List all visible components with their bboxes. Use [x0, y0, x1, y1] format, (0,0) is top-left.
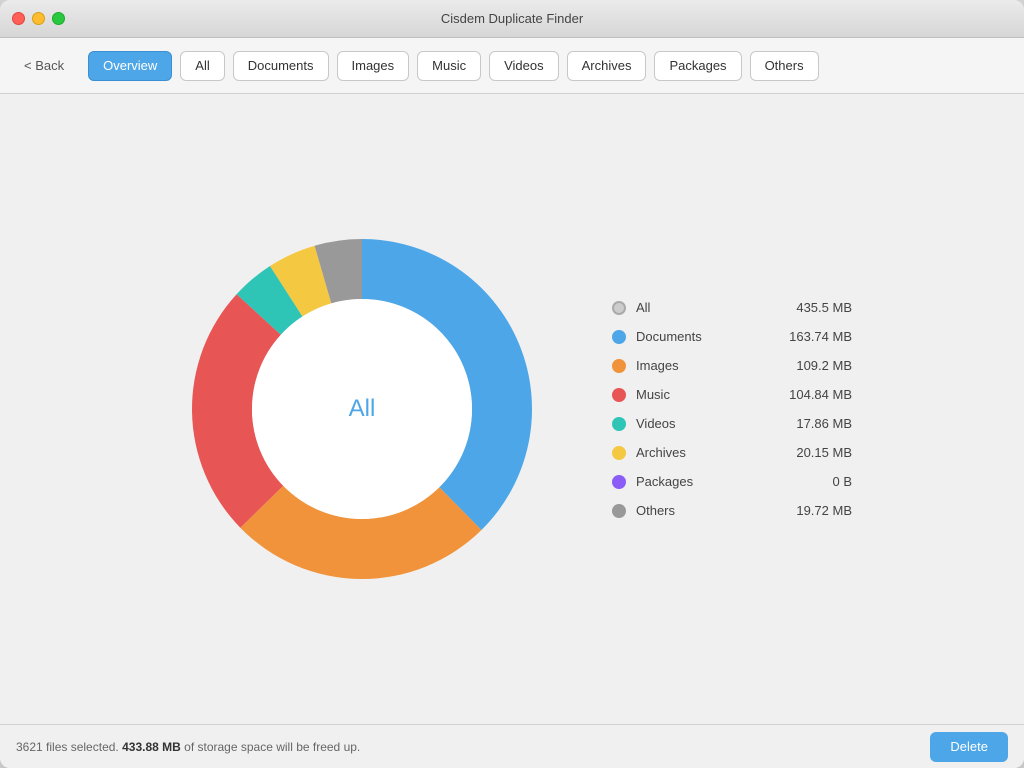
legend-value-images: 109.2 MB [772, 358, 852, 373]
maximize-button[interactable] [52, 12, 65, 25]
donut-hole [252, 299, 472, 519]
legend-item-images: Images 109.2 MB [612, 358, 852, 373]
legend-label-packages: Packages [636, 474, 762, 489]
tab-all[interactable]: All [180, 51, 224, 81]
legend-value-documents: 163.74 MB [772, 329, 852, 344]
legend-dot-documents [612, 330, 626, 344]
legend-value-others: 19.72 MB [772, 503, 852, 518]
legend-label-archives: Archives [636, 445, 762, 460]
legend-label-music: Music [636, 387, 762, 402]
statusbar-text: 3621 files selected. 433.88 MB of storag… [16, 740, 360, 754]
storage-label: of storage space will be freed up. [184, 740, 360, 754]
legend-label-images: Images [636, 358, 762, 373]
legend-value-music: 104.84 MB [772, 387, 852, 402]
tab-packages[interactable]: Packages [654, 51, 741, 81]
legend-value-packages: 0 B [772, 474, 852, 489]
donut-chart: All [172, 219, 552, 599]
files-label: files selected. [46, 740, 119, 754]
legend-item-videos: Videos 17.86 MB [612, 416, 852, 431]
traffic-lights [12, 12, 65, 25]
legend-item-music: Music 104.84 MB [612, 387, 852, 402]
titlebar: Cisdem Duplicate Finder [0, 0, 1024, 38]
legend-dot-images [612, 359, 626, 373]
tab-overview[interactable]: Overview [88, 51, 172, 81]
window-title: Cisdem Duplicate Finder [441, 11, 583, 26]
legend-label-videos: Videos [636, 416, 762, 431]
legend-dot-others [612, 504, 626, 518]
legend-dot-videos [612, 417, 626, 431]
legend-item-archives: Archives 20.15 MB [612, 445, 852, 460]
legend-dot-packages [612, 475, 626, 489]
tab-videos[interactable]: Videos [489, 51, 559, 81]
app-window: Cisdem Duplicate Finder < Back Overview … [0, 0, 1024, 768]
tab-music[interactable]: Music [417, 51, 481, 81]
legend-dot-music [612, 388, 626, 402]
legend-value-videos: 17.86 MB [772, 416, 852, 431]
delete-button[interactable]: Delete [930, 732, 1008, 762]
tab-others[interactable]: Others [750, 51, 819, 81]
files-count: 3621 [16, 740, 43, 754]
storage-size: 433.88 MB [122, 740, 181, 754]
toolbar: < Back Overview All Documents Images Mus… [0, 38, 1024, 94]
legend-item-all: All 435.5 MB [612, 300, 852, 315]
chart-svg [172, 219, 552, 599]
tab-archives[interactable]: Archives [567, 51, 647, 81]
legend: All 435.5 MB Documents 163.74 MB Images … [612, 300, 852, 518]
statusbar: 3621 files selected. 433.88 MB of storag… [0, 724, 1024, 768]
legend-item-packages: Packages 0 B [612, 474, 852, 489]
minimize-button[interactable] [32, 12, 45, 25]
main-content: All All 435.5 MB Documents 163.74 MB Ima… [0, 94, 1024, 724]
back-button[interactable]: < Back [16, 54, 72, 77]
legend-dot-archives [612, 446, 626, 460]
legend-value-all: 435.5 MB [772, 300, 852, 315]
legend-value-archives: 20.15 MB [772, 445, 852, 460]
legend-item-documents: Documents 163.74 MB [612, 329, 852, 344]
tab-images[interactable]: Images [337, 51, 410, 81]
legend-item-others: Others 19.72 MB [612, 503, 852, 518]
tab-documents[interactable]: Documents [233, 51, 329, 81]
legend-label-documents: Documents [636, 329, 762, 344]
close-button[interactable] [12, 12, 25, 25]
legend-dot-all [612, 301, 626, 315]
legend-label-others: Others [636, 503, 762, 518]
legend-label-all: All [636, 300, 762, 315]
